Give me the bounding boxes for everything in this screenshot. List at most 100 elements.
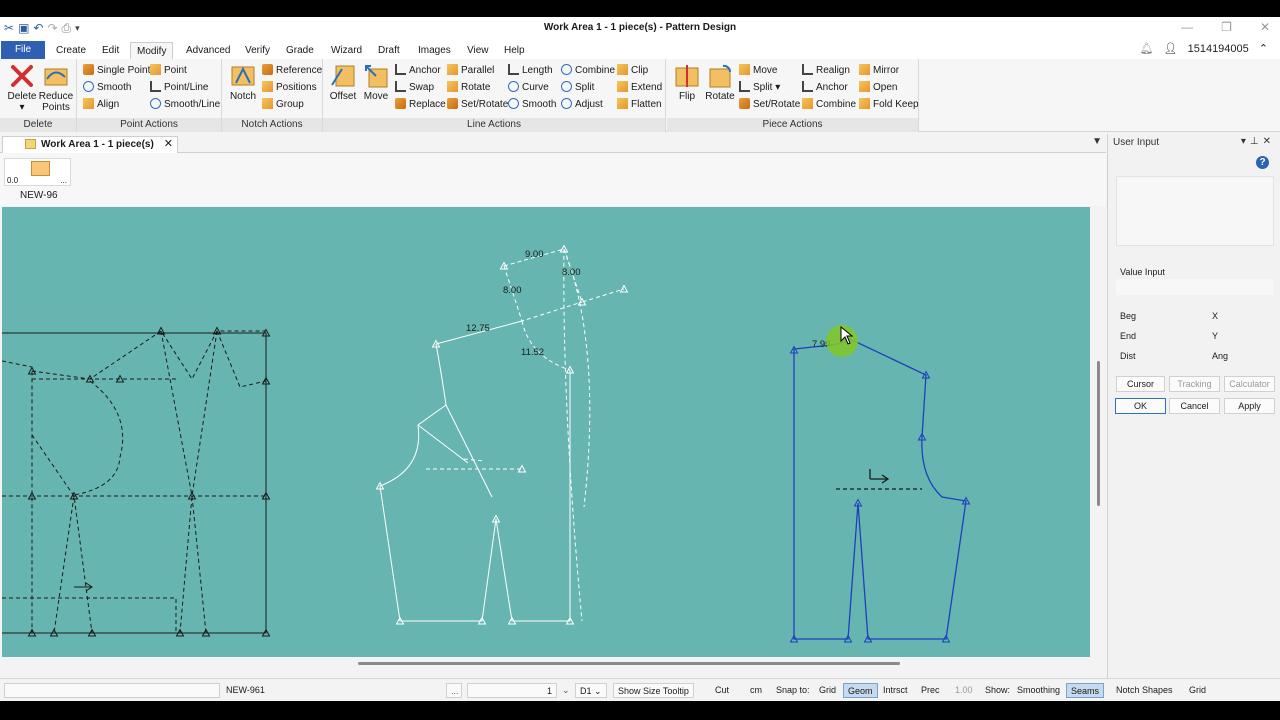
size-value-field[interactable]: 1 (467, 683, 557, 698)
browse-button[interactable]: ... (446, 683, 462, 698)
adjust-button[interactable]: Adjust (561, 98, 603, 112)
single-point-button[interactable]: Single Point (83, 64, 150, 78)
tab-list-dropdown-icon[interactable]: ▼ (1092, 136, 1102, 147)
rotate-piece-button[interactable]: Rotate (702, 63, 738, 102)
vertical-scrollbar[interactable] (1097, 361, 1100, 506)
positions-button[interactable]: Positions (262, 81, 317, 95)
work-area-tab[interactable]: Work Area 1 - 1 piece(s) ✕ (2, 136, 178, 153)
snap-grid-toggle[interactable]: Grid (815, 683, 840, 698)
point-button[interactable]: Point (150, 64, 187, 78)
delete-dropdown-icon[interactable]: ▾ (19, 102, 24, 113)
realign-button[interactable]: Realign (802, 64, 850, 78)
fold-keep-button[interactable]: Fold Keep (859, 98, 919, 112)
split-piece-button[interactable]: Split ▾ (739, 81, 780, 95)
tab-create[interactable]: Create (50, 42, 92, 59)
mirror-button[interactable]: Mirror (859, 64, 899, 78)
bell-icon[interactable]: 🔔︎ (1140, 42, 1154, 55)
show-grid-toggle[interactable]: Grid (1185, 683, 1210, 698)
help-icon[interactable]: ? (1256, 156, 1269, 169)
tab-modify[interactable]: Modify (130, 42, 174, 59)
split-dropdown-icon[interactable]: ▾ (775, 82, 780, 93)
show-seams-toggle[interactable]: Seams (1066, 683, 1105, 698)
curve-button[interactable]: Curve (508, 81, 549, 95)
show-size-tooltip-button[interactable]: Show Size Tooltip (613, 683, 694, 698)
tab-images[interactable]: Images (412, 42, 457, 59)
tab-edit[interactable]: Edit (96, 42, 125, 59)
show-notch-shapes-toggle[interactable]: Notch Shapes (1112, 683, 1177, 698)
parallel-button[interactable]: Parallel (447, 64, 494, 78)
smooth-point-button[interactable]: Smooth (83, 81, 131, 95)
size-select[interactable]: D1 ⌄ (575, 683, 607, 698)
align-button[interactable]: Align (83, 98, 119, 112)
show-smoothing-toggle[interactable]: Smoothing (1013, 683, 1064, 698)
pin-icon[interactable]: ⊥ (1250, 136, 1263, 147)
smooth-line-action-button[interactable]: Smooth (508, 98, 556, 112)
panel-menu-icon[interactable]: ▾ (1241, 136, 1250, 147)
cursor-mode-button[interactable]: Cursor (1116, 376, 1165, 392)
work-area-canvas[interactable]: 9.00 8.00 8.00 12.75 11.52 7.99 (1, 207, 1090, 657)
panel-close-icon[interactable]: ✕ (1263, 136, 1275, 147)
value-input-field[interactable] (1116, 279, 1274, 295)
point-line-button[interactable]: Point/Line (150, 81, 208, 95)
set-rotate-line-button[interactable]: Set/Rotate (447, 98, 508, 112)
group-button[interactable]: Group (262, 98, 304, 112)
smooth-line-button[interactable]: Smooth/Line (150, 98, 220, 112)
calculator-mode-button[interactable]: Calculator (1224, 376, 1275, 392)
rotate-line-button[interactable]: Rotate (447, 81, 490, 95)
combine-piece-button[interactable]: Combine (802, 98, 856, 112)
apply-button[interactable]: Apply (1224, 398, 1275, 414)
tab-wizard[interactable]: Wizard (325, 42, 368, 59)
selected-pattern-piece[interactable] (793, 338, 967, 640)
ok-button[interactable]: OK (1115, 398, 1166, 414)
flatten-button[interactable]: Flatten (617, 98, 662, 112)
move-line-button[interactable]: Move (358, 63, 394, 102)
tab-file[interactable]: File (1, 41, 45, 59)
curve-icon (508, 81, 519, 92)
move-piece-button[interactable]: Move (739, 64, 777, 78)
restore-icon[interactable]: ❐ (1221, 20, 1232, 34)
tab-help[interactable]: Help (498, 42, 531, 59)
clip-button[interactable]: Clip (617, 64, 648, 78)
piece-thumbnail[interactable]: 0.0 ... (4, 158, 71, 186)
swap-button[interactable]: Swap (395, 81, 434, 95)
extend-button[interactable]: Extend (617, 81, 662, 95)
pattern-drawing[interactable]: 9.00 8.00 8.00 12.75 11.52 7.99 (1, 207, 1090, 657)
cancel-button[interactable]: Cancel (1169, 398, 1220, 414)
minimize-icon[interactable]: — (1181, 20, 1193, 34)
units-button[interactable]: cm (746, 683, 766, 698)
flip-button[interactable]: Flip (669, 63, 705, 102)
offset-button[interactable]: Offset (325, 63, 361, 102)
tab-grade[interactable]: Grade (280, 42, 320, 59)
cut-button[interactable]: Cut (711, 683, 733, 698)
piece-more-icon[interactable]: ... (60, 176, 67, 185)
set-rotate-piece-button[interactable]: Set/Rotate (739, 98, 800, 112)
tab-verify[interactable]: Verify (239, 42, 276, 59)
tab-advanced[interactable]: Advanced (180, 42, 236, 59)
open-button[interactable]: Open (859, 81, 897, 95)
dist-row: Dist Ang (1120, 351, 1275, 361)
horizontal-scrollbar[interactable] (358, 662, 900, 665)
replace-button[interactable]: Replace (395, 98, 446, 112)
notch-button[interactable]: Notch (225, 63, 261, 102)
close-tab-icon[interactable]: ✕ (164, 137, 173, 152)
snap-intersect-toggle[interactable]: Intrsct (879, 683, 912, 698)
anchor-piece-button[interactable]: Anchor (802, 81, 848, 95)
snap-geom-toggle[interactable]: Geom (843, 683, 878, 698)
anchor-line-button[interactable]: Anchor (395, 64, 441, 78)
collapse-ribbon-icon[interactable]: ⌃ (1259, 42, 1268, 55)
inactive-pattern-piece[interactable] (1, 330, 267, 634)
tab-draft[interactable]: Draft (372, 42, 406, 59)
combine-line-button[interactable]: Combine (561, 64, 615, 78)
delete-button[interactable]: Delete ▾ (4, 63, 40, 113)
close-icon[interactable]: ✕ (1260, 20, 1270, 34)
snap-to-label: Snap to: (776, 685, 810, 695)
reduce-points-button[interactable]: Reduce Points (38, 63, 74, 113)
active-pattern-piece[interactable] (379, 248, 625, 622)
reference-button[interactable]: Reference (262, 64, 322, 78)
snap-precision-toggle[interactable]: Prec (917, 683, 944, 698)
size-value-dropdown-icon[interactable]: ⌄ (558, 683, 574, 698)
tab-view[interactable]: View (461, 42, 495, 59)
split-line-button[interactable]: Split (561, 81, 594, 95)
length-button[interactable]: Length (508, 64, 553, 78)
tracking-mode-button[interactable]: Tracking (1169, 376, 1220, 392)
